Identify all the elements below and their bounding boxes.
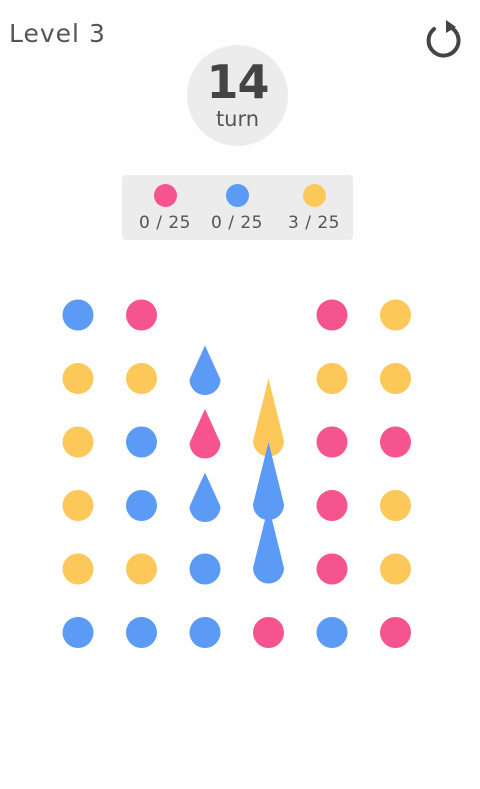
pink-dot[interactable] bbox=[253, 617, 284, 648]
blue-dot[interactable] bbox=[62, 299, 94, 331]
blue-dot[interactable] bbox=[189, 617, 221, 648]
blue-dot[interactable] bbox=[189, 553, 221, 585]
blue-dot[interactable] bbox=[126, 617, 157, 648]
blue-falling-drop[interactable] bbox=[253, 505, 284, 584]
blue-dot[interactable] bbox=[316, 617, 348, 648]
pink-dot[interactable] bbox=[316, 426, 348, 458]
yellow-dot[interactable] bbox=[380, 299, 411, 331]
blue-dot[interactable] bbox=[126, 426, 157, 458]
pink-dot[interactable] bbox=[316, 553, 348, 585]
yellow-dot[interactable] bbox=[62, 363, 94, 394]
pink-dot[interactable] bbox=[316, 299, 348, 331]
blue-dot[interactable] bbox=[126, 490, 157, 521]
blue-drop[interactable] bbox=[189, 472, 221, 523]
pink-dot[interactable] bbox=[126, 299, 157, 331]
pink-drop[interactable] bbox=[189, 409, 221, 459]
pink-dot[interactable] bbox=[380, 426, 411, 458]
yellow-dot[interactable] bbox=[126, 553, 157, 585]
pink-dot[interactable] bbox=[316, 490, 348, 521]
yellow-dot[interactable] bbox=[62, 426, 94, 458]
yellow-dot[interactable] bbox=[380, 363, 411, 394]
game-board[interactable] bbox=[0, 0, 480, 789]
yellow-dot[interactable] bbox=[126, 363, 157, 394]
yellow-dot[interactable] bbox=[380, 490, 411, 521]
blue-dot[interactable] bbox=[62, 617, 94, 648]
blue-drop[interactable] bbox=[189, 345, 221, 395]
yellow-dot[interactable] bbox=[62, 553, 94, 585]
yellow-dot[interactable] bbox=[380, 553, 411, 585]
pink-dot[interactable] bbox=[380, 617, 411, 648]
yellow-dot[interactable] bbox=[316, 363, 348, 394]
yellow-dot[interactable] bbox=[62, 490, 94, 521]
